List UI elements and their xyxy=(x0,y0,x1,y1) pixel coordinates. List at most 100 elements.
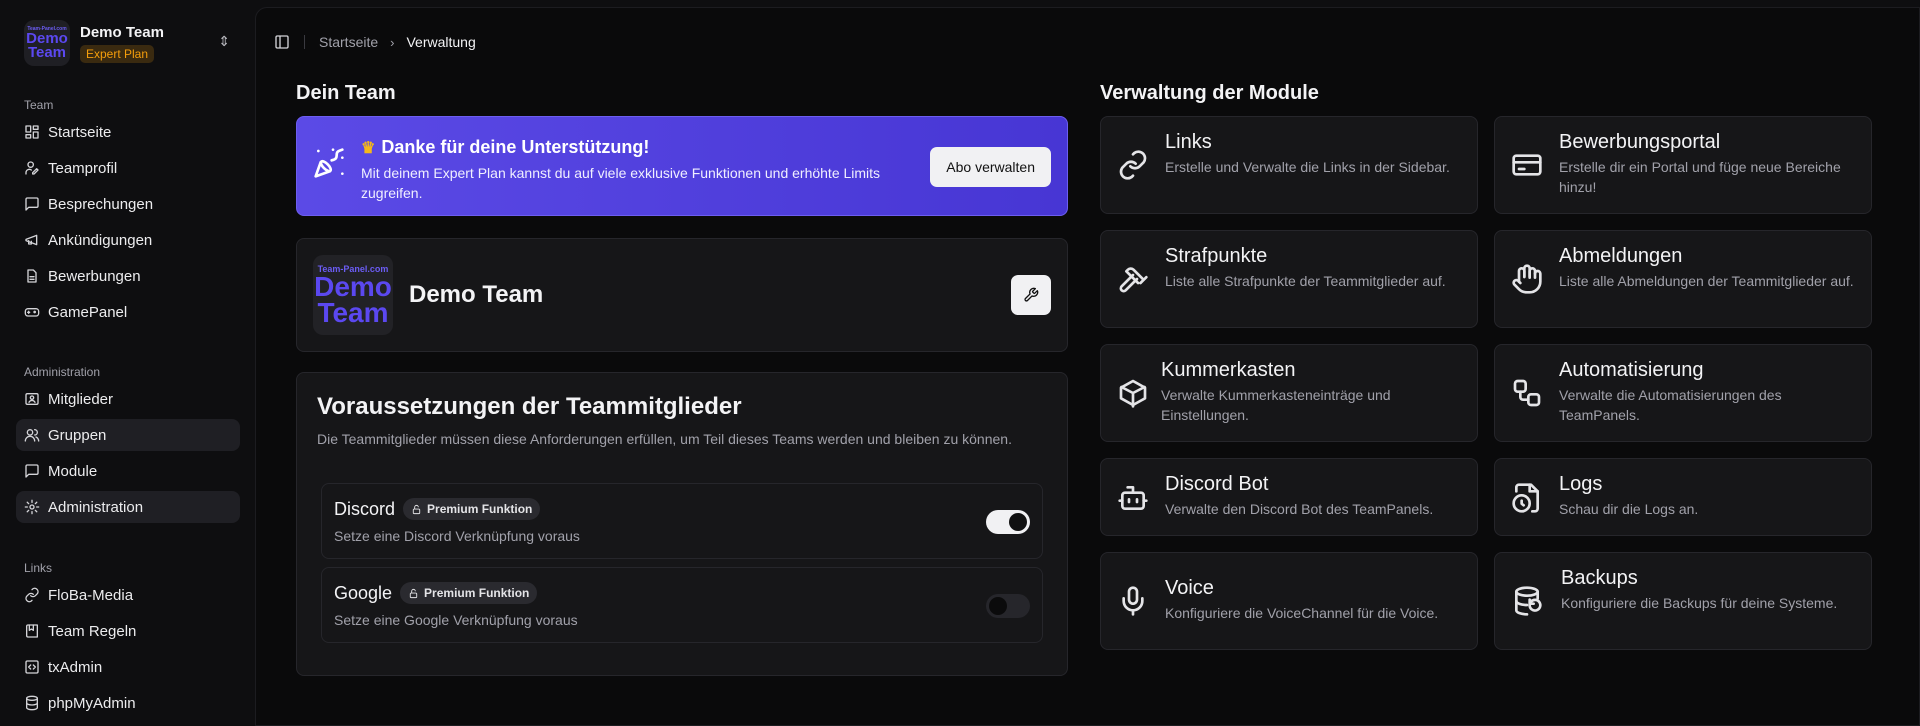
module-description: Verwalte Kummerkasteneinträge und Einste… xyxy=(1161,387,1391,423)
team-switcher[interactable]: Team-Panel.com Demo Team Demo Team Exper… xyxy=(24,18,230,68)
module-card-voice[interactable]: Voice Konfiguriere die VoiceChannel für … xyxy=(1100,552,1478,650)
module-description: Liste alle Strafpunkte der Teammitgliede… xyxy=(1165,273,1446,289)
plan-badge: Expert Plan xyxy=(80,44,155,63)
module-card-bewerbungsportal[interactable]: Bewerbungsportal Erstelle dir ein Portal… xyxy=(1494,116,1872,214)
workflow-icon xyxy=(1511,377,1543,409)
sidebar-item-floba-media[interactable]: FloBa-Media xyxy=(16,579,240,611)
team-card-name: Demo Team xyxy=(409,281,544,308)
module-card-links[interactable]: Links Erstelle und Verwalte die Links in… xyxy=(1100,116,1478,214)
file-icon xyxy=(27,269,37,283)
module-title: Links xyxy=(1165,131,1212,153)
sidebar-item-label: Ankündigungen xyxy=(48,231,153,249)
module-card-logs[interactable]: Logs Schau dir die Logs an. xyxy=(1494,458,1872,536)
module-title: Kummerkasten xyxy=(1161,359,1296,381)
book-icon xyxy=(26,624,38,638)
sidebar-item-teamprofil[interactable]: Teamprofil xyxy=(16,152,240,184)
sidebar-item-txadmin[interactable]: txAdmin xyxy=(16,651,240,683)
sidebar-item-gamepanel[interactable]: GamePanel xyxy=(16,296,240,328)
sidebar-item-gruppen[interactable]: Gruppen xyxy=(16,419,240,451)
google-toggle[interactable] xyxy=(986,594,1030,618)
chat-icon xyxy=(25,197,39,211)
module-card-automatisierung[interactable]: Automatisierung Verwalte die Automatisie… xyxy=(1494,344,1872,442)
requirement-description: Setze eine Google Verknüpfung voraus xyxy=(334,612,578,628)
file-clock-icon xyxy=(1511,482,1543,514)
logo-line2: Team xyxy=(27,44,67,61)
main-panel: Startseite › Verwaltung Dein Team ♛ Dank… xyxy=(255,7,1920,726)
team-name: Demo Team xyxy=(80,23,164,41)
sidebar-item-mitglieder[interactable]: Mitglieder xyxy=(16,383,240,415)
sidebar-item-label: Besprechungen xyxy=(48,195,154,213)
sidebar-item-ankuendigungen[interactable]: Ankündigungen xyxy=(16,224,240,256)
discord-toggle[interactable] xyxy=(986,510,1030,534)
link-icon xyxy=(1117,149,1149,181)
requirements-description: Die Teammitglieder müssen diese Anforder… xyxy=(317,431,1012,447)
module-card-backups[interactable]: Backups Konfiguriere die Backups für dei… xyxy=(1494,552,1872,650)
nav-heading-links: Links xyxy=(24,561,53,575)
sidebar-item-label: FloBa-Media xyxy=(48,586,134,604)
requirement-description: Setze eine Discord Verknüpfung voraus xyxy=(334,528,580,544)
module-title: Bewerbungsportal xyxy=(1559,131,1721,153)
sidebar-item-label: Bewerbungen xyxy=(48,267,141,285)
grid-icon xyxy=(25,125,39,139)
sidebar-item-label: Mitglieder xyxy=(48,390,114,408)
sidebar-item-administration[interactable]: Administration xyxy=(16,491,240,523)
chat-icon xyxy=(25,464,39,478)
requirement-google: Google Premium Funktion Setze eine Googl… xyxy=(321,567,1043,643)
sidebar-item-label: phpMyAdmin xyxy=(48,694,136,712)
sidebar-item-besprechungen[interactable]: Besprechungen xyxy=(16,188,240,220)
sidebar: Team-Panel.com Demo Team Demo Team Exper… xyxy=(0,0,255,726)
banner-title: ♛ Danke für deine Unterstützung! xyxy=(361,137,649,158)
lock-icon xyxy=(409,588,418,598)
sidebar-item-label: txAdmin xyxy=(48,658,103,676)
module-title: Strafpunkte xyxy=(1165,245,1268,267)
divider xyxy=(304,35,305,49)
nav-section-team: Team Startseite Teamprofil Besprechungen… xyxy=(16,94,240,332)
chevron-right-icon: › xyxy=(390,34,395,50)
party-popper-icon xyxy=(313,147,345,179)
nav-heading-team: Team xyxy=(24,98,54,112)
database-icon xyxy=(26,695,38,711)
edit-team-button[interactable] xyxy=(1011,275,1051,315)
module-card-abmeldungen[interactable]: Abmeldungen Liste alle Abmeldungen der T… xyxy=(1494,230,1872,328)
premium-label: Premium Funktion xyxy=(427,502,533,516)
module-title: Abmeldungen xyxy=(1559,245,1683,267)
sidebar-item-phpmyadmin[interactable]: phpMyAdmin xyxy=(16,687,240,719)
megaphone-icon xyxy=(25,234,38,246)
lock-icon xyxy=(412,504,421,514)
sidebar-item-startseite[interactable]: Startseite xyxy=(16,116,240,148)
mic-icon xyxy=(1117,585,1149,617)
sidebar-toggle-icon[interactable] xyxy=(274,34,290,50)
breadcrumb-home[interactable]: Startseite xyxy=(319,34,378,50)
toggle-knob xyxy=(1009,513,1027,531)
premium-badge: Premium Funktion xyxy=(400,582,538,604)
module-card-kummerkasten[interactable]: Kummerkasten Verwalte Kummerkasteneinträ… xyxy=(1100,344,1478,442)
banner-description: Mit deinem Expert Plan kannst du auf vie… xyxy=(361,165,881,201)
database-backup-icon xyxy=(1511,585,1543,617)
sidebar-item-label: GamePanel xyxy=(48,303,128,321)
gear-icon xyxy=(24,499,40,515)
sidebar-item-label: Gruppen xyxy=(48,426,107,444)
premium-label: Premium Funktion xyxy=(424,586,530,600)
nav-heading-admin: Administration xyxy=(24,365,101,379)
premium-badge: Premium Funktion xyxy=(403,498,541,520)
team-card-logo: Team-Panel.com Demo Team xyxy=(313,255,393,335)
module-description: Konfiguriere die VoiceChannel für die Vo… xyxy=(1165,605,1439,621)
requirement-name: Google xyxy=(334,582,393,603)
id-card-icon xyxy=(25,393,39,405)
hammer-icon xyxy=(1117,263,1149,295)
sidebar-item-bewerbungen[interactable]: Bewerbungen xyxy=(16,260,240,292)
breadcrumb-current: Verwaltung xyxy=(406,34,476,50)
sidebar-item-label: Teamprofil xyxy=(48,159,118,177)
manage-subscription-button[interactable]: Abo verwalten xyxy=(930,147,1051,187)
module-title: Voice xyxy=(1165,577,1214,599)
sidebar-item-module[interactable]: Module xyxy=(16,455,240,487)
module-description: Schau dir die Logs an. xyxy=(1559,501,1699,517)
hand-icon xyxy=(1511,263,1543,295)
module-description: Konfiguriere die Backups für deine Syste… xyxy=(1561,595,1838,611)
sidebar-item-team-regeln[interactable]: Team Regeln xyxy=(16,615,240,647)
chevrons-up-down-icon: ⇕ xyxy=(218,33,230,49)
module-card-discord-bot[interactable]: Discord Bot Verwalte den Discord Bot des… xyxy=(1100,458,1478,536)
module-description: Erstelle und Verwalte die Links in der S… xyxy=(1165,159,1450,175)
module-card-strafpunkte[interactable]: Strafpunkte Liste alle Strafpunkte der T… xyxy=(1100,230,1478,328)
module-description: Verwalte den Discord Bot des TeamPanels. xyxy=(1165,501,1434,517)
